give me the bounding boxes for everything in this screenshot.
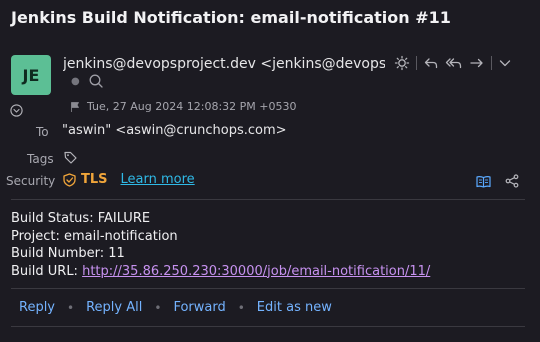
sender-avatar: JE [11,55,51,95]
toolbar-dot: ● [71,75,80,87]
flag-icon[interactable] [69,101,81,113]
message-view: Jenkins Build Notification: email-notifi… [0,0,540,342]
message-date: Tue, 27 Aug 2024 12:08:32 PM +0530 [87,100,297,113]
body-build-number: Build Number: 11 [11,246,125,261]
header-divider [11,199,525,200]
header-toolbar [394,55,512,71]
learn-more-link[interactable]: Learn more [121,172,195,187]
body-divider [11,288,525,289]
security-info: TLS Learn more [63,172,195,187]
action-separator: • [237,300,245,315]
chevron-circle-icon[interactable] [10,104,23,117]
toolbar-separator [491,56,492,70]
security-label: Security [6,174,56,188]
body-build-url-label: Build URL: [11,263,83,279]
edit-as-new-button[interactable]: Edit as new [257,300,332,315]
chevron-down-icon[interactable] [498,56,512,70]
forward-button[interactable]: Forward [173,300,225,315]
search-icon[interactable] [88,73,104,89]
toolbar-separator [416,56,417,70]
reply-all-button[interactable]: Reply All [86,300,142,315]
tags-label: Tags [27,152,54,166]
action-separator: • [67,300,75,315]
sender-address[interactable]: jenkins@devopsproject.dev <jenkins@devop… [63,56,385,72]
message-date-row: Tue, 27 Aug 2024 12:08:32 PM +0530 [69,100,296,113]
body-project: Project: email-notification [11,228,178,244]
reply-all-icon[interactable] [445,55,463,71]
tag-icon[interactable] [63,150,78,165]
footer-divider [11,326,525,327]
reply-button[interactable]: Reply [19,300,55,315]
forward-icon[interactable] [469,55,485,71]
body-build-url-line: Build URL: http://35.86.250.230:30000/jo… [11,263,430,281]
security-value: TLS [81,172,108,187]
book-icon[interactable] [476,175,491,188]
message-subject: Jenkins Build Notification: email-notifi… [11,8,451,27]
sun-icon[interactable] [394,55,410,71]
recipient-address[interactable]: "aswin" <aswin@crunchops.com> [62,123,287,138]
to-label: To [36,125,49,139]
reply-icon[interactable] [423,55,439,71]
action-separator: • [154,300,162,315]
shield-icon [63,172,76,187]
share-icon[interactable] [505,174,519,188]
body-build-status: Build Status: FAILURE [11,211,151,226]
header-toolbar-row2: ● [71,73,104,89]
quick-actions: Reply • Reply All • Forward • Edit as ne… [19,300,332,315]
build-url-link[interactable]: http://35.86.250.230:30000/job/email-not… [82,264,430,279]
message-body: Build Status: FAILURE Project: email-not… [11,210,430,280]
